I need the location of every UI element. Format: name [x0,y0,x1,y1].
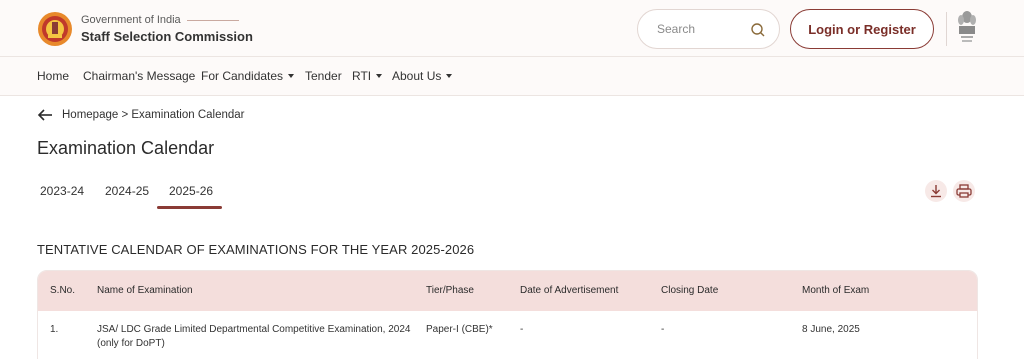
nav-home[interactable]: Home [37,69,69,83]
chevron-down-icon [288,74,295,78]
cell-exam-name-line1: JSA/ LDC Grade Limited Departmental Comp… [97,324,411,335]
tab-2023-24[interactable]: 2023-24 [40,184,84,198]
download-button[interactable] [925,180,947,202]
exam-calendar-table: S.No. Name of Examination Tier/Phase Dat… [37,270,978,359]
cell-closing-date: - [661,324,665,335]
cell-exam-name-line2: (only for DoPT) [97,338,165,349]
breadcrumb[interactable]: Homepage > Examination Calendar [62,109,245,121]
section-title: TENTATIVE CALENDAR OF EXAMINATIONS FOR T… [37,242,475,257]
search-icon[interactable] [750,22,766,38]
search-box[interactable]: Search [637,9,780,49]
col-exam-month: Month of Exam [802,285,870,296]
nav-chairmans-message[interactable]: Chairman's Message [83,69,195,83]
header-divider [946,12,947,46]
col-exam-name: Name of Examination [97,285,193,296]
active-tab-indicator [157,206,222,209]
col-closing-date: Closing Date [661,285,719,296]
col-tier: Tier/Phase [426,285,474,296]
search-input[interactable]: Search [657,22,695,36]
cell-sno: 1. [50,324,59,335]
page-title: Examination Calendar [37,138,215,158]
download-icon [931,185,941,198]
nav-tender[interactable]: Tender [305,69,342,83]
print-button[interactable] [953,180,975,202]
col-advertisement: Date of Advertisement [520,285,619,296]
ssc-logo-icon[interactable] [37,11,73,47]
org-name: Staff Selection Commission [81,29,253,44]
table-header: S.No. Name of Examination Tier/Phase Dat… [38,271,977,311]
nav-for-candidates[interactable]: For Candidates [201,69,295,83]
emblem-icon [958,11,976,42]
col-sno: S.No. [50,285,76,296]
nav-rti[interactable]: RTI [352,69,383,83]
chevron-down-icon [446,74,453,78]
tab-2025-26[interactable]: 2025-26 [169,184,213,198]
login-register-button[interactable]: Login or Register [790,9,934,49]
cell-advertisement: - [520,324,524,335]
gov-text: Government of India [81,14,239,26]
cell-tier: Paper-I (CBE)* [426,324,493,335]
tab-2024-25[interactable]: 2024-25 [105,184,149,198]
nav-about-us[interactable]: About Us [392,69,453,83]
back-arrow-icon[interactable] [37,108,53,122]
print-icon [956,184,972,198]
chevron-down-icon [376,74,383,78]
main-nav: Home Chairman's Message For Candidates T… [0,57,1024,96]
cell-exam-month: 8 June, 2025 [802,324,860,335]
site-header: Government of India Staff Selection Comm… [0,0,1024,57]
